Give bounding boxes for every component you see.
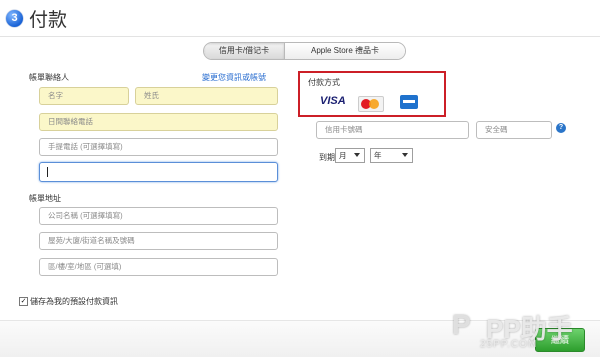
payment-tabs: 信用卡/借记卡 Apple Store 禮品卡 <box>203 42 406 60</box>
watermark-logo: P <box>452 309 471 340</box>
expiry-month-select[interactable]: 月 <box>335 148 365 163</box>
expiry-label: 到期 <box>319 153 335 162</box>
save-default-label: 儲存為我的預設付款資訊 <box>30 297 118 306</box>
district-field[interactable]: 區/樓/室/地區 (可選填) <box>39 258 278 276</box>
chevron-down-icon <box>354 153 360 157</box>
expiry-year-select[interactable]: 年 <box>370 148 413 163</box>
active-input-field[interactable] <box>39 162 278 182</box>
payment-method-box: 付款方式 VISA <box>298 71 446 117</box>
save-default-checkbox[interactable]: ✓ <box>19 297 28 306</box>
page-title: 付款 <box>29 8 68 31</box>
security-code-field[interactable]: 安全碼 <box>476 121 552 139</box>
mobile-phone-field[interactable]: 手提電話 (可選擇填寫) <box>39 138 278 156</box>
amex-icon <box>400 95 418 109</box>
visa-icon: VISA <box>320 95 346 107</box>
card-number-field[interactable]: 信用卡號碼 <box>316 121 469 139</box>
first-name-field[interactable]: 名字 <box>39 87 129 105</box>
billing-contact-label: 帳單聯絡人 <box>29 73 69 82</box>
last-name-field[interactable]: 姓氏 <box>135 87 278 105</box>
watermark-url: 25PP.COM <box>480 339 538 350</box>
expiry-year-value: 年 <box>374 151 382 160</box>
street-field[interactable]: 屋苑/大廈/街道名稱及號碼 <box>39 232 278 250</box>
text-cursor <box>47 167 48 177</box>
chevron-down-icon <box>402 153 408 157</box>
mastercard-icon <box>358 96 384 112</box>
tab-gift-card[interactable]: Apple Store 禮品卡 <box>284 43 405 59</box>
expiry-month-value: 月 <box>339 151 347 160</box>
edit-account-link[interactable]: 變更您資訊或帳號 <box>202 72 266 83</box>
payment-method-title: 付款方式 <box>308 78 340 87</box>
help-icon[interactable]: ? <box>556 123 566 133</box>
watermark: P PP助手 25PP.COM <box>452 305 600 357</box>
billing-address-label: 帳單地址 <box>29 194 61 203</box>
step-number-badge: 3 <box>6 9 23 27</box>
header-divider <box>0 36 600 37</box>
company-field[interactable]: 公司名稱 (可選擇填寫) <box>39 207 278 225</box>
tab-credit-card[interactable]: 信用卡/借记卡 <box>204 43 284 59</box>
daytime-phone-field[interactable]: 日間聯絡電話 <box>39 113 278 131</box>
step-header: 3 付款 <box>6 6 68 31</box>
